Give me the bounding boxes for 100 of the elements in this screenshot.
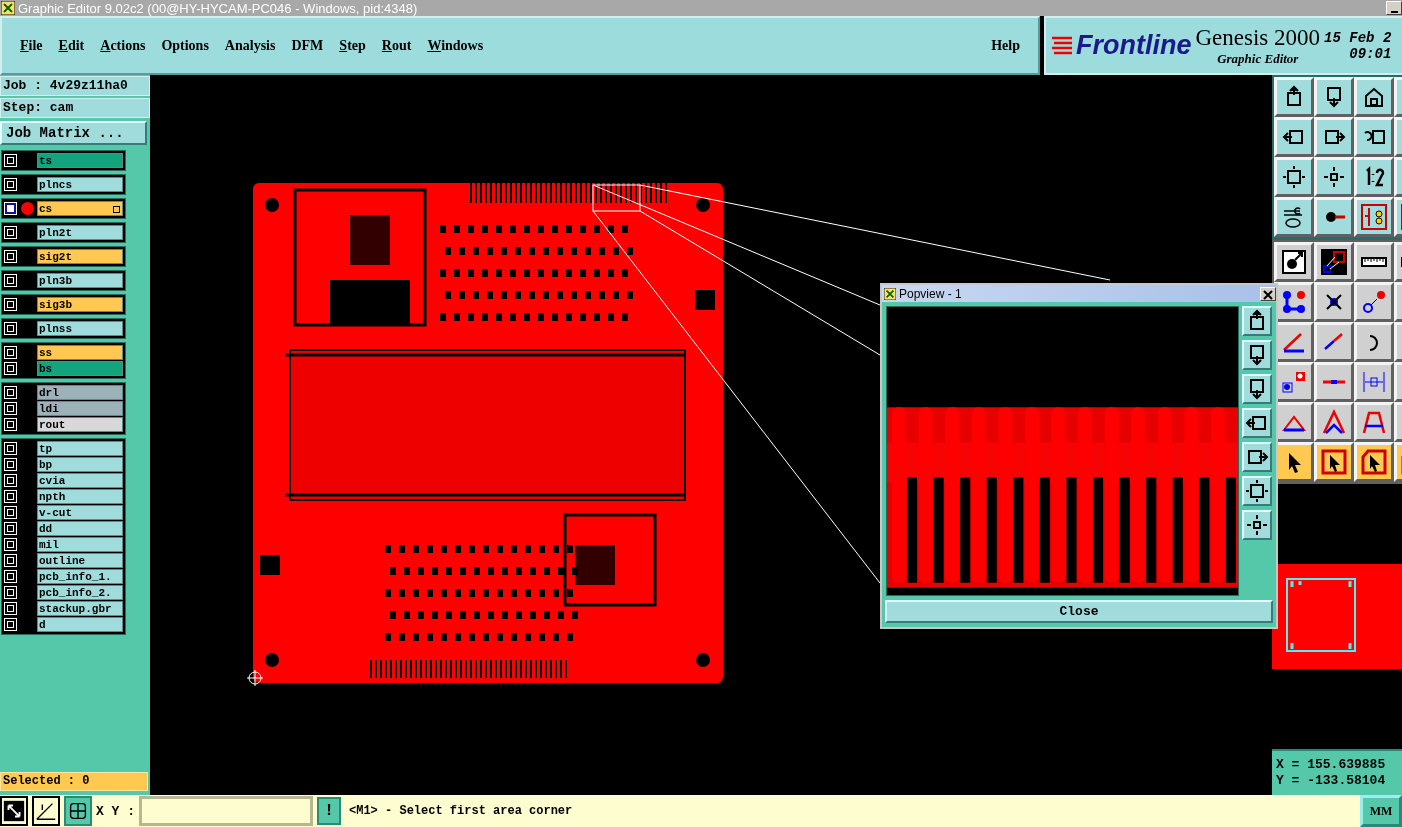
layer-name[interactable]: pln3b xyxy=(37,273,123,288)
layer-display-toggle[interactable] xyxy=(4,418,17,431)
layer-name[interactable]: plnss xyxy=(37,321,123,336)
toolbar-button[interactable] xyxy=(1314,242,1354,282)
toolbar-button[interactable] xyxy=(1314,442,1354,482)
menu-item[interactable]: Edit xyxy=(50,37,93,54)
layer-display-toggle[interactable] xyxy=(4,386,17,399)
grid-button[interactable] xyxy=(64,796,92,826)
layer-display-toggle[interactable] xyxy=(4,474,17,487)
layer-name[interactable]: rout xyxy=(37,417,123,432)
view-button[interactable] xyxy=(1242,510,1272,541)
layer-name[interactable]: v-cut xyxy=(37,505,123,520)
layer-display-toggle[interactable] xyxy=(4,178,17,191)
layer-display-toggle[interactable] xyxy=(4,274,17,287)
layer-display-toggle[interactable] xyxy=(4,586,17,599)
layer-name[interactable]: mil xyxy=(37,537,123,552)
resize-button[interactable] xyxy=(0,796,28,826)
toolbar-button[interactable] xyxy=(1274,242,1314,282)
layer-display-toggle[interactable] xyxy=(4,602,17,615)
layer-name[interactable]: ts xyxy=(37,153,123,168)
toolbar-button[interactable] xyxy=(1354,77,1394,117)
layer-name[interactable]: d xyxy=(37,617,123,632)
toolbar-button[interactable] xyxy=(1354,442,1394,482)
toolbar-button[interactable] xyxy=(1314,117,1354,157)
layer-display-toggle[interactable] xyxy=(4,322,17,335)
toolbar-button[interactable] xyxy=(1274,157,1314,197)
toolbar-button[interactable] xyxy=(1314,157,1354,197)
toolbar-button[interactable] xyxy=(1314,402,1354,442)
minimize-button[interactable] xyxy=(1386,1,1402,15)
close-button[interactable]: Close xyxy=(885,599,1273,623)
view-button[interactable] xyxy=(1242,476,1272,507)
toolbar-button[interactable] xyxy=(1274,77,1314,117)
layer-name[interactable]: drl xyxy=(37,385,123,400)
job-matrix-button[interactable]: Job Matrix ... xyxy=(0,121,147,145)
toolbar-button[interactable] xyxy=(1354,322,1394,362)
layer-name[interactable]: pcb_info_1. xyxy=(37,569,123,584)
menu-item[interactable]: DFM xyxy=(283,37,332,54)
toolbar-button[interactable] xyxy=(1354,157,1394,197)
toolbar-button[interactable] xyxy=(1354,282,1394,322)
layer-display-toggle[interactable] xyxy=(4,554,17,567)
menu-item[interactable]: Windows xyxy=(419,37,492,54)
layer-display-toggle[interactable] xyxy=(4,298,17,311)
layer-name[interactable]: npth xyxy=(37,489,123,504)
toolbar-button[interactable] xyxy=(1274,282,1314,322)
layer-display-toggle[interactable] xyxy=(4,458,17,471)
layer-display-toggle[interactable] xyxy=(4,522,17,535)
menu-item[interactable]: Analysis xyxy=(216,37,284,54)
layer-name[interactable]: ldi xyxy=(37,401,123,416)
toolbar-button[interactable] xyxy=(1274,197,1314,237)
layer-display-toggle[interactable] xyxy=(4,442,17,455)
layer-display-toggle[interactable] xyxy=(4,346,17,359)
view-button[interactable] xyxy=(1242,340,1272,371)
toolbar-button[interactable] xyxy=(1354,242,1394,282)
layer-name[interactable]: stackup.gbr xyxy=(37,601,123,616)
layer-name[interactable]: cvia xyxy=(37,473,123,488)
menu-item[interactable]: Actions xyxy=(92,37,154,54)
layer-display-toggle[interactable] xyxy=(4,570,17,583)
toolbar-button[interactable] xyxy=(1354,197,1394,237)
view-button[interactable] xyxy=(1242,408,1272,439)
toolbar-button[interactable] xyxy=(1354,402,1394,442)
layer-display-toggle[interactable] xyxy=(4,226,17,239)
view-button[interactable] xyxy=(1242,442,1272,473)
layer-display-toggle[interactable] xyxy=(4,250,17,263)
angle-button[interactable] xyxy=(32,796,60,826)
layer-name[interactable]: bp xyxy=(37,457,123,472)
layer-display-toggle[interactable] xyxy=(4,362,17,375)
menu-item[interactable]: Rout xyxy=(373,37,420,54)
menu-item[interactable]: File xyxy=(12,37,51,54)
menu-item[interactable]: Step xyxy=(331,37,374,54)
help-menu[interactable]: Help xyxy=(983,37,1028,54)
layer-display-toggle[interactable] xyxy=(4,618,17,631)
units-button[interactable]: MM xyxy=(1360,795,1402,827)
layer-name[interactable]: bs xyxy=(37,361,123,376)
menu-item[interactable]: Options xyxy=(153,37,217,54)
layer-name[interactable]: cs xyxy=(37,201,123,216)
toolbar-button[interactable] xyxy=(1274,117,1314,157)
layer-name[interactable]: tp xyxy=(37,441,123,456)
coordinate-input[interactable] xyxy=(139,796,313,826)
layer-name[interactable]: sig2t xyxy=(37,249,123,264)
view-button[interactable] xyxy=(1242,306,1272,337)
layer-display-toggle[interactable] xyxy=(4,506,17,519)
layer-display-toggle[interactable] xyxy=(4,538,17,551)
layer-name[interactable]: outline xyxy=(37,553,123,568)
layer-display-toggle[interactable] xyxy=(4,202,17,215)
layer-name[interactable]: ss xyxy=(37,345,123,360)
layer-name[interactable]: pcb_info_2. xyxy=(37,585,123,600)
toolbar-button[interactable] xyxy=(1314,77,1354,117)
toolbar-button[interactable] xyxy=(1354,117,1394,157)
layer-name[interactable]: plncs xyxy=(37,177,123,192)
toolbar-button[interactable] xyxy=(1314,197,1354,237)
close-button[interactable] xyxy=(1260,286,1276,301)
view-button[interactable] xyxy=(1242,374,1272,405)
alert-button[interactable]: ! xyxy=(317,797,341,825)
toolbar-button[interactable] xyxy=(1314,282,1354,322)
layer-name[interactable]: sig3b xyxy=(37,297,123,312)
layer-display-toggle[interactable] xyxy=(4,402,17,415)
layer-display-toggle[interactable] xyxy=(4,490,17,503)
layer-display-toggle[interactable] xyxy=(4,154,17,167)
layer-name[interactable]: dd xyxy=(37,521,123,536)
layer-name[interactable]: pln2t xyxy=(37,225,123,240)
